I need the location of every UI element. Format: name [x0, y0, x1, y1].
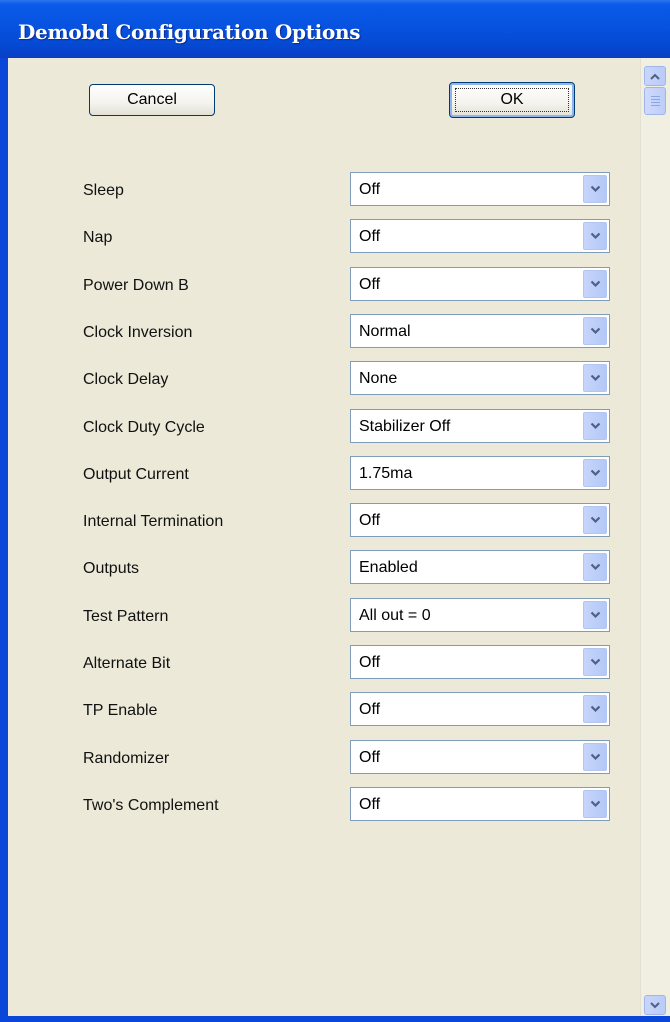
- scroll-down-button[interactable]: [644, 995, 666, 1015]
- option-select[interactable]: Off: [350, 219, 610, 253]
- option-label: Internal Termination: [83, 513, 224, 530]
- chevron-down-icon: [590, 658, 601, 666]
- chevron-down-icon: [590, 516, 601, 524]
- option-select-value: Off: [359, 276, 381, 293]
- option-label: Nap: [83, 229, 113, 246]
- dropdown-button[interactable]: [583, 648, 607, 676]
- dropdown-button[interactable]: [583, 790, 607, 818]
- dropdown-button[interactable]: [583, 743, 607, 771]
- option-select-value: Stabilizer Off: [359, 418, 451, 435]
- chevron-down-icon: [590, 185, 601, 193]
- dropdown-button[interactable]: [583, 317, 607, 345]
- dialog-body: Cancel OK Sleep Off Nap Off Power Down B Off C…: [8, 58, 640, 1016]
- option-select-value: None: [359, 370, 398, 387]
- dropdown-button[interactable]: [583, 270, 607, 298]
- chevron-down-icon: [590, 563, 601, 571]
- option-select-value: Normal: [359, 323, 411, 340]
- dropdown-button[interactable]: [583, 364, 607, 392]
- option-select[interactable]: All out = 0: [350, 598, 610, 632]
- option-label: TP Enable: [83, 702, 158, 719]
- chevron-down-icon: [590, 469, 601, 477]
- chevron-down-icon: [590, 374, 601, 382]
- chevron-down-icon: [590, 611, 601, 619]
- vertical-scrollbar[interactable]: [640, 58, 670, 1022]
- option-label: Alternate Bit: [83, 655, 171, 672]
- option-select[interactable]: 1.75ma: [350, 456, 610, 490]
- dropdown-button[interactable]: [583, 506, 607, 534]
- option-select-value: Off: [359, 512, 381, 529]
- option-select[interactable]: Normal: [350, 314, 610, 348]
- option-select-value: Off: [359, 228, 381, 245]
- dropdown-button[interactable]: [583, 222, 607, 250]
- dropdown-button[interactable]: [583, 175, 607, 203]
- window-title: Demobd Configuration Options: [18, 20, 361, 44]
- scrollbar-thumb[interactable]: [644, 87, 666, 115]
- ok-button-label: OK: [500, 91, 524, 108]
- option-label: Clock Delay: [83, 371, 169, 388]
- dialog-window: Demobd Configuration Options Cancel OK S…: [0, 0, 670, 1022]
- option-select-value: Off: [359, 181, 381, 198]
- title-bar[interactable]: Demobd Configuration Options: [0, 0, 670, 58]
- option-select[interactable]: Off: [350, 267, 610, 301]
- option-select[interactable]: Off: [350, 172, 610, 206]
- option-label: Test Pattern: [83, 608, 169, 625]
- option-select[interactable]: Off: [350, 740, 610, 774]
- option-select[interactable]: None: [350, 361, 610, 395]
- chevron-down-icon: [650, 1001, 660, 1009]
- thumb-grip-line: [651, 102, 660, 103]
- option-select-value: All out = 0: [359, 607, 431, 624]
- dropdown-button[interactable]: [583, 601, 607, 629]
- ok-button[interactable]: OK: [449, 82, 575, 118]
- scroll-up-button[interactable]: [644, 66, 666, 86]
- option-select-value: Off: [359, 654, 381, 671]
- dropdown-button[interactable]: [583, 459, 607, 487]
- chevron-down-icon: [590, 280, 601, 288]
- option-select-value: Off: [359, 749, 381, 766]
- chevron-down-icon: [590, 705, 601, 713]
- option-label: Two's Complement: [83, 797, 219, 814]
- option-label: Randomizer: [83, 750, 170, 767]
- option-select[interactable]: Off: [350, 787, 610, 821]
- option-label: Clock Duty Cycle: [83, 419, 205, 436]
- dropdown-button[interactable]: [583, 412, 607, 440]
- thumb-grip-line: [651, 99, 660, 100]
- chevron-down-icon: [590, 232, 601, 240]
- option-label: Outputs: [83, 560, 140, 577]
- option-select-value: 1.75ma: [359, 465, 413, 482]
- cancel-button[interactable]: Cancel: [89, 84, 215, 116]
- window-frame-bottom: [0, 1016, 670, 1022]
- chevron-down-icon: [590, 422, 601, 430]
- option-label: Sleep: [83, 182, 124, 199]
- option-label: Clock Inversion: [83, 324, 193, 341]
- thumb-grip-line: [651, 96, 660, 97]
- chevron-down-icon: [590, 753, 601, 761]
- option-select[interactable]: Stabilizer Off: [350, 409, 610, 443]
- chevron-down-icon: [590, 800, 601, 808]
- option-select-value: Off: [359, 796, 381, 813]
- option-select[interactable]: Enabled: [350, 550, 610, 584]
- option-label: Power Down B: [83, 277, 189, 294]
- dropdown-button[interactable]: [583, 553, 607, 581]
- option-select-value: Off: [359, 701, 381, 718]
- option-select-value: Enabled: [359, 559, 418, 576]
- chevron-down-icon: [590, 327, 601, 335]
- chevron-up-icon: [650, 73, 660, 80]
- thumb-grip-line: [651, 105, 660, 106]
- dropdown-button[interactable]: [583, 695, 607, 723]
- option-label: Output Current: [83, 466, 189, 483]
- option-select[interactable]: Off: [350, 645, 610, 679]
- option-select[interactable]: Off: [350, 692, 610, 726]
- option-select[interactable]: Off: [350, 503, 610, 537]
